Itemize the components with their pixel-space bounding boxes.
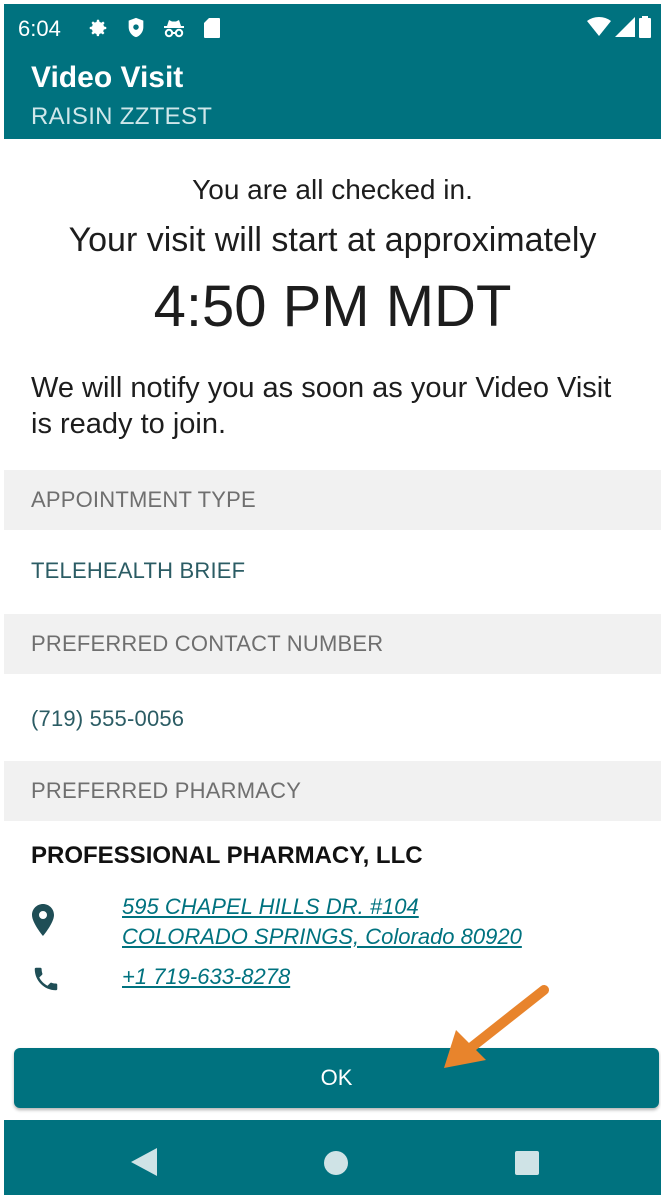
status-bar: 6:04 — [4, 4, 661, 54]
app-bar: 6:04 Video Visit RAISIN ZZTEST — [4, 4, 661, 139]
location-pin-icon — [32, 904, 54, 938]
shield-icon — [124, 16, 148, 40]
appointment-type-value: TELEHEALTH BRIEF — [31, 558, 246, 583]
appointment-type-header: APPOINTMENT TYPE — [4, 470, 661, 530]
start-text: Your visit will start at approximately — [68, 221, 597, 259]
wifi-icon — [587, 17, 611, 42]
checked-in-text: You are all checked in. — [192, 174, 473, 205]
status-icons — [86, 16, 224, 40]
back-icon[interactable] — [131, 1148, 157, 1176]
sd-card-icon — [200, 16, 224, 40]
signal-icon — [615, 17, 635, 42]
pharmacy-address-line1[interactable]: 595 CHAPEL HILLS DR. #104 — [122, 892, 419, 922]
screen: 6:04 Video Visit RAISIN ZZTEST You are a… — [4, 4, 661, 1195]
contact-number-header: PREFERRED CONTACT NUMBER — [4, 614, 661, 674]
pharmacy-phone-link[interactable]: +1 719-633-8278 — [122, 962, 290, 992]
status-right-icons — [587, 16, 651, 43]
annotation-arrow-icon — [444, 985, 549, 1068]
start-time: 4:50 PM MDT — [153, 274, 512, 339]
recents-icon[interactable] — [515, 1151, 539, 1175]
status-time: 6:04 — [18, 16, 61, 41]
preferred-pharmacy-header: PREFERRED PHARMACY — [4, 761, 661, 821]
patient-name: RAISIN ZZTEST — [31, 103, 213, 130]
pharmacy-address-line2[interactable]: COLORADO SPRINGS, Colorado 80920 — [122, 922, 522, 952]
phone-icon — [31, 964, 61, 994]
contact-number-value: (719) 555-0056 — [31, 706, 185, 731]
home-icon[interactable] — [324, 1151, 348, 1175]
system-nav-bar — [4, 1120, 661, 1195]
pharmacy-name: PROFESSIONAL PHARMACY, LLC — [31, 842, 423, 869]
ok-button[interactable]: OK — [14, 1048, 659, 1108]
notify-text: We will notify you as soon as your Video… — [31, 372, 612, 440]
incognito-icon — [162, 16, 186, 40]
gear-icon — [86, 16, 110, 40]
battery-icon — [639, 16, 651, 43]
page-title: Video Visit — [31, 61, 184, 94]
